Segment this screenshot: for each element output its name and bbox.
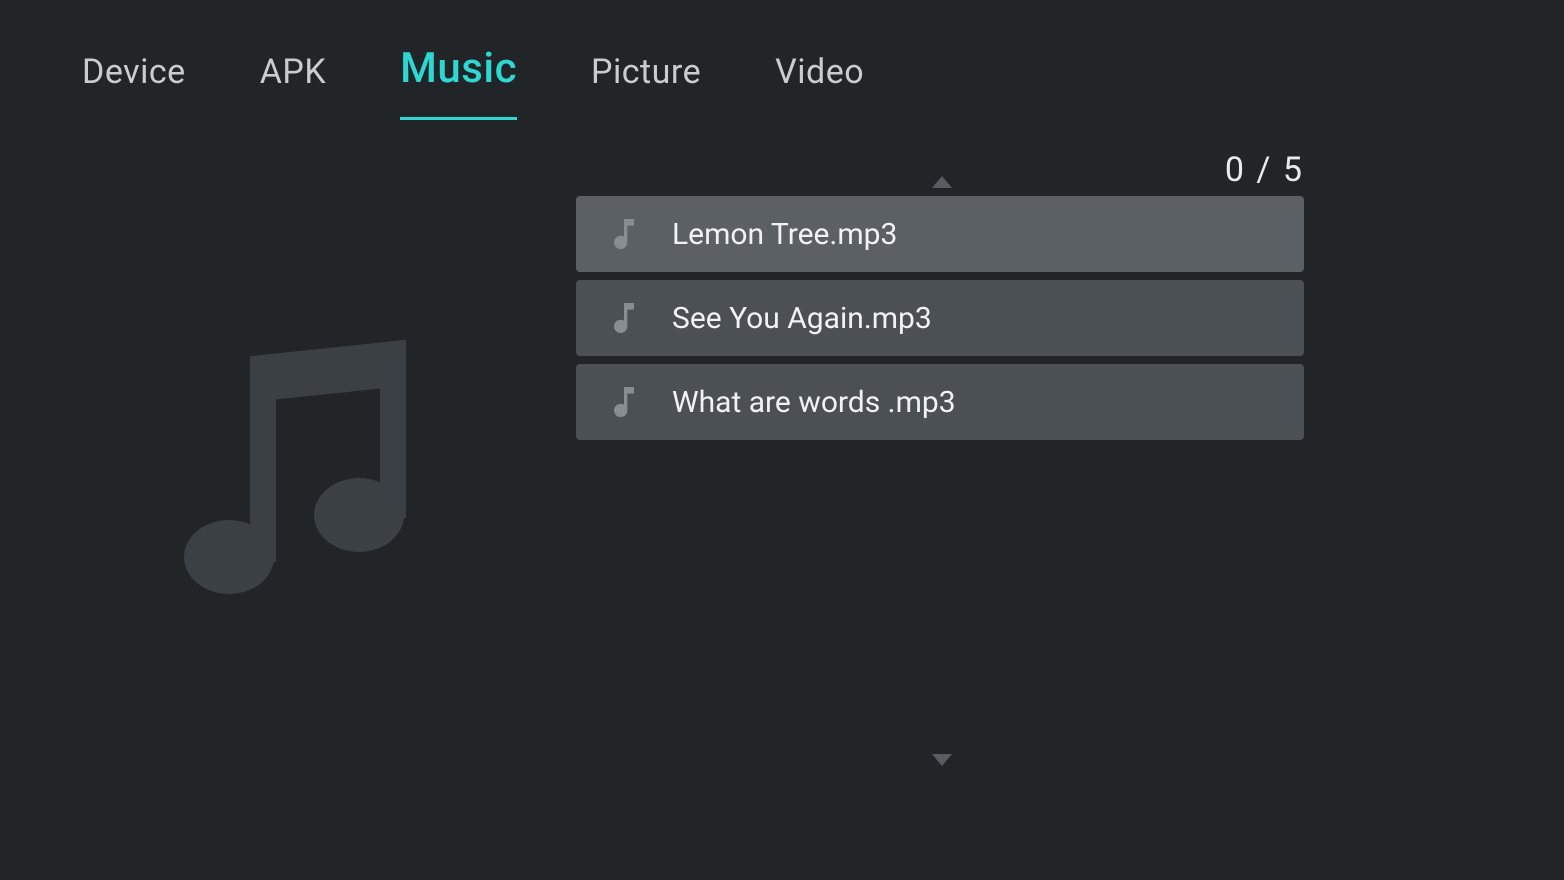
tab-apk[interactable]: APK <box>260 52 326 120</box>
music-icon-large <box>184 520 274 594</box>
file-name: Lemon Tree.mp3 <box>672 217 897 252</box>
scroll-down-icon[interactable] <box>932 750 952 771</box>
tab-video[interactable]: Video <box>775 52 864 120</box>
tab-picture[interactable]: Picture <box>591 52 701 120</box>
music-icon <box>604 382 644 422</box>
item-counter: 0 / 5 <box>1225 150 1304 190</box>
list-item[interactable]: What are words .mp3 <box>576 364 1304 440</box>
tab-device[interactable]: Device <box>82 52 186 120</box>
tab-music[interactable]: Music <box>400 44 517 120</box>
file-list: Lemon Tree.mp3 See You Again.mp3 What ar… <box>576 196 1304 448</box>
music-icon <box>604 214 644 254</box>
music-icon <box>604 298 644 338</box>
list-item[interactable]: Lemon Tree.mp3 <box>576 196 1304 272</box>
music-icon-large <box>314 478 404 552</box>
scroll-up-icon[interactable] <box>932 172 952 193</box>
file-name: What are words .mp3 <box>672 385 956 420</box>
tab-bar: Device APK Music Picture Video <box>0 0 1564 120</box>
file-name: See You Again.mp3 <box>672 301 932 336</box>
list-item[interactable]: See You Again.mp3 <box>576 280 1304 356</box>
